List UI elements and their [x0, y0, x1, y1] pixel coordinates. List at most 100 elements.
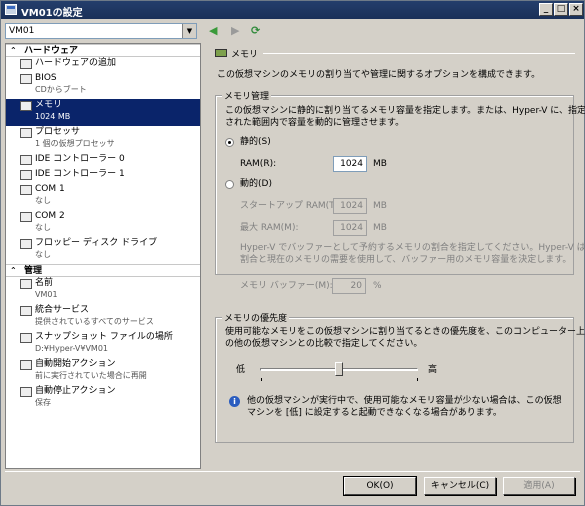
sidebar-item[interactable]: IDE コントローラー 1 [6, 168, 200, 183]
static-radio[interactable] [225, 138, 234, 147]
slider-tick [261, 378, 262, 381]
arrow-left-icon[interactable]: ◀ [209, 25, 217, 37]
settings-sidebar: ⌃ ハードウェア ハードウェアの追加 BIOS CDからブート メモリ 1024 MB プ… [5, 43, 201, 469]
sidebar-item-label: メモリ [35, 100, 63, 110]
sidebar-item-value: 提供されているすべてのサービス [35, 317, 154, 326]
divider [5, 471, 580, 472]
sidebar-item[interactable]: メモリ 1024 MB [6, 99, 200, 126]
ram-input[interactable]: 1024 [333, 156, 367, 172]
dynamic-label[interactable]: 動的(D) [240, 178, 272, 190]
sidebar-item[interactable]: BIOS CDからブート [6, 72, 200, 99]
sidebar-item-label: IDE コントローラー 1 [35, 169, 125, 179]
pane-title: メモリ [231, 50, 259, 60]
sidebar-item[interactable]: プロセッサ 1 個の仮想プロセッサ [6, 126, 200, 153]
close-icon[interactable]: × [569, 3, 583, 16]
sidebar-item[interactable]: 自動停止アクション 保存 [6, 385, 200, 412]
sidebar-item-label: IDE コントローラー 0 [35, 154, 125, 164]
static-label[interactable]: 静的(S) [240, 136, 271, 148]
maximize-icon[interactable]: □ [554, 3, 568, 16]
hardware-item-icon [20, 212, 32, 222]
hardware-item-icon [20, 74, 32, 84]
priority-high-label: 高 [428, 365, 438, 375]
pane-intro: この仮想マシンのメモリの割り当てや管理に関するオプションを構成できます。 [217, 70, 541, 80]
sidebar-item[interactable]: ハードウェアの追加 [6, 57, 200, 72]
memory-priority-group: メモリの優先度 使用可能なメモリをこの仮想マシンに割り当てるときの優先度を、この… [215, 311, 585, 443]
minimize-icon[interactable]: _ [539, 3, 553, 16]
sidebar-item[interactable]: スナップショット ファイルの場所 D:¥Hyper-V¥VM01 [6, 331, 200, 358]
hardware-item-icon [20, 360, 32, 370]
hardware-item-icon [20, 170, 32, 180]
hardware-item-icon [20, 239, 32, 249]
ok-button[interactable]: OK(O) [343, 476, 417, 496]
sidebar-item-value: 1 個の仮想プロセッサ [35, 139, 115, 148]
sidebar-item-value: 保存 [35, 398, 51, 407]
collapse-icon: ⌃ [10, 266, 17, 275]
chevron-down-icon[interactable]: ▼ [182, 24, 196, 38]
ram-unit: MB [373, 159, 387, 169]
ram-label: RAM(R): [240, 159, 277, 169]
hardware-item-icon [20, 59, 32, 69]
dynamic-radio[interactable] [225, 180, 234, 189]
sidebar-item-label: 統合サービス [35, 305, 90, 315]
sidebar-item-value: なし [35, 250, 51, 259]
mgmt-description: この仮想マシンに静的に割り当てるメモリ容量を指定します。または、Hyper-V … [225, 106, 585, 116]
priority-low-label: 低 [236, 365, 246, 375]
settings-window: VM01の設定 _ □ × VM01 ▼ ◀ ▶ ⟳ ⌃ ハードウェア ハードウ… [0, 0, 585, 506]
startup-ram-unit: MB [373, 201, 387, 211]
hardware-item-icon [20, 387, 32, 397]
title-bar: VM01の設定 _ □ × [1, 1, 584, 19]
sidebar-item[interactable]: フロッピー ディスク ドライブ なし [6, 237, 200, 264]
hardware-item-icon [20, 333, 32, 343]
sidebar-item-label: プロセッサ [35, 127, 81, 137]
sidebar-item-value: 1024 MB [35, 112, 71, 121]
buffer-label: メモリ バッファー(M): [240, 281, 333, 291]
divider [263, 53, 575, 54]
memory-management-group: メモリ管理 この仮想マシンに静的に割り当てるメモリ容量を指定します。または、Hy… [215, 89, 585, 275]
sidebar-item-label: スナップショット ファイルの場所 [35, 332, 173, 342]
sidebar-item-label: 名前 [35, 278, 54, 288]
max-ram-label: 最大 RAM(M): [240, 223, 299, 233]
sidebar-item-label: 自動停止アクション [35, 386, 116, 396]
mgmt-description: された範囲内で容量を動的に管理させます。 [225, 118, 405, 128]
sidebar-item-label: COM 1 [35, 184, 65, 194]
sidebar-item[interactable]: 名前 VM01 [6, 277, 200, 304]
buffer-description: 割合と現在のメモリの需要を使用して、バッファー用のメモリ容量を決定します。 [240, 255, 572, 265]
sidebar-item[interactable]: 自動開始アクション 前に実行されていた場合に再開 [6, 358, 200, 385]
startup-ram-input[interactable]: 1024 [333, 198, 367, 214]
priority-slider-thumb[interactable] [335, 362, 343, 376]
arrow-right-icon[interactable]: ▶ [231, 25, 239, 37]
sidebar-item[interactable]: COM 2 なし [6, 210, 200, 237]
info-icon: i [229, 396, 240, 407]
hardware-item-icon [20, 279, 32, 289]
hardware-section-header[interactable]: ⌃ ハードウェア [6, 44, 200, 57]
hardware-item-icon [20, 128, 32, 138]
refresh-icon[interactable]: ⟳ [251, 25, 260, 37]
buffer-unit: % [373, 281, 382, 291]
vm-select[interactable]: VM01 ▼ [5, 23, 197, 39]
priority-warning: 他の仮想マシンが実行中で、使用可能なメモリ容量が少ない場合は、この仮想 [247, 396, 562, 406]
group-label: メモリの優先度 [222, 311, 290, 324]
sidebar-item-label: BIOS [35, 73, 57, 83]
sidebar-item-value: 前に実行されていた場合に再開 [35, 371, 147, 380]
max-ram-input[interactable]: 1024 [333, 220, 367, 236]
startup-ram-label: スタートアップ RAM(T): [240, 201, 342, 211]
apply-button[interactable]: 適用(A) [503, 477, 575, 495]
hardware-item-icon [20, 101, 32, 111]
sidebar-item[interactable]: IDE コントローラー 0 [6, 153, 200, 168]
sidebar-item-value: なし [35, 196, 51, 205]
sidebar-item-value: CDからブート [35, 85, 87, 94]
sidebar-item[interactable]: COM 1 なし [6, 183, 200, 210]
buffer-input[interactable]: 20 [332, 278, 366, 294]
priority-description: の他の仮想マシンとの比較で指定してください。 [225, 339, 423, 349]
max-ram-unit: MB [373, 223, 387, 233]
sidebar-item-label: ハードウェアの追加 [35, 58, 117, 68]
sidebar-item[interactable]: 統合サービス提供されているすべてのサービス [6, 304, 200, 331]
hardware-item-icon [20, 306, 32, 316]
priority-warning: マシンを [低] に設定すると起動できなくなる場合があります。 [247, 408, 502, 418]
memory-icon [215, 49, 227, 57]
management-section-header[interactable]: ⌃ 管理 [6, 264, 200, 277]
priority-description: 使用可能なメモリをこの仮想マシンに割り当てるときの優先度を、このコンピューター上 [225, 327, 585, 337]
vm-settings-icon [5, 4, 17, 15]
cancel-button[interactable]: キャンセル(C) [424, 477, 496, 495]
hardware-item-icon [20, 155, 32, 165]
